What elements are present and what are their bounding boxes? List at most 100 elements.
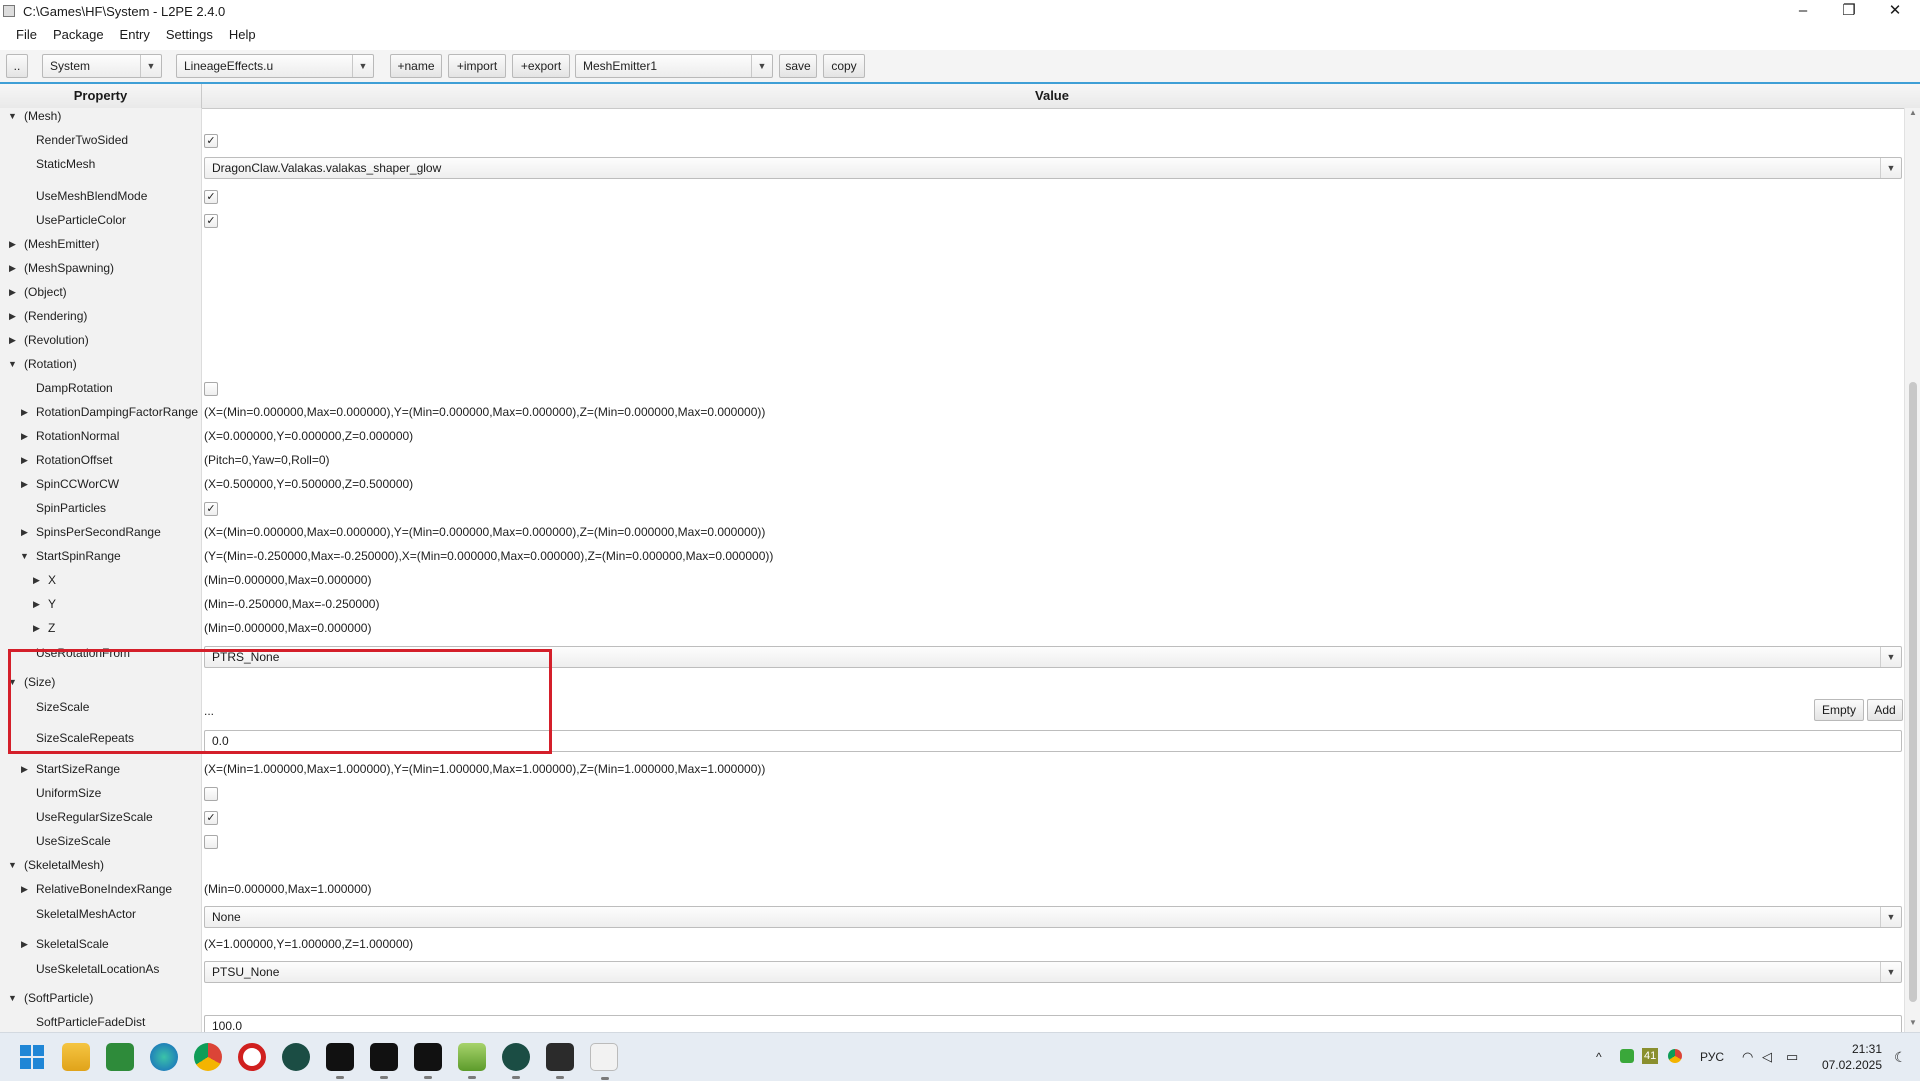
chrome-icon[interactable] bbox=[194, 1043, 222, 1071]
collapsed-triangle-icon[interactable]: ▶ bbox=[21, 939, 28, 950]
maximize-button[interactable]: ❐ bbox=[1826, 0, 1872, 24]
expanded-triangle-icon[interactable]: ▼ bbox=[8, 111, 17, 121]
entry-select[interactable]: MeshEmitter1 ▼ bbox=[575, 54, 773, 78]
group-size[interactable]: (Size) bbox=[24, 675, 55, 689]
terminal-dark-1-icon[interactable] bbox=[326, 1043, 354, 1079]
group-mesh-emitter[interactable]: (MeshEmitter) bbox=[24, 237, 99, 251]
opera-icon[interactable] bbox=[238, 1043, 266, 1071]
static-mesh-select[interactable]: DragonClaw.Valakas.valakas_shaper_glow ▼ bbox=[204, 157, 1902, 179]
collapsed-triangle-icon[interactable]: ▶ bbox=[33, 599, 40, 610]
size-scale-repeats-input[interactable]: 0.0 bbox=[204, 730, 1902, 752]
expanded-triangle-icon[interactable]: ▼ bbox=[8, 677, 17, 687]
size-scale-add-button[interactable]: Add bbox=[1867, 699, 1903, 721]
vertical-scrollbar[interactable]: ▲ ▼ bbox=[1904, 108, 1920, 1032]
file-explorer-icon[interactable] bbox=[62, 1043, 90, 1071]
checkbox-use-particle-color[interactable]: ✓ bbox=[204, 214, 218, 228]
minimize-button[interactable]: – bbox=[1780, 0, 1826, 24]
add-export-button[interactable]: +export bbox=[512, 54, 570, 78]
expanded-triangle-icon[interactable]: ▼ bbox=[8, 860, 17, 870]
windows-start-icon[interactable] bbox=[18, 1043, 46, 1071]
group-revolution[interactable]: (Revolution) bbox=[24, 333, 89, 347]
notifications-icon[interactable]: ☾ bbox=[1894, 1033, 1907, 1081]
collapsed-triangle-icon[interactable]: ▶ bbox=[9, 263, 16, 274]
skeletal-mesh-actor-select[interactable]: None ▼ bbox=[204, 906, 1902, 928]
expanded-triangle-icon[interactable]: ▼ bbox=[8, 993, 17, 1003]
collapsed-triangle-icon[interactable]: ▶ bbox=[33, 623, 40, 634]
collapsed-triangle-icon[interactable]: ▶ bbox=[21, 764, 28, 775]
column-header-value[interactable]: Value bbox=[202, 84, 1902, 108]
chevron-up-icon[interactable]: ^ bbox=[1596, 1033, 1602, 1081]
menu-package[interactable]: Package bbox=[45, 25, 112, 42]
collapsed-triangle-icon[interactable]: ▶ bbox=[21, 479, 28, 490]
add-import-button[interactable]: +import bbox=[448, 54, 506, 78]
edge-icon[interactable] bbox=[150, 1043, 178, 1071]
checkbox-use-mesh-blend-mode[interactable]: ✓ bbox=[204, 190, 218, 204]
column-header-property[interactable]: Property bbox=[0, 84, 202, 108]
menu-help[interactable]: Help bbox=[221, 25, 264, 42]
menu-entry[interactable]: Entry bbox=[112, 25, 158, 42]
prop-spins-per-second-range: SpinsPerSecondRange bbox=[36, 525, 161, 539]
checkbox-render-two-sided[interactable]: ✓ bbox=[204, 134, 218, 148]
prop-use-mesh-blend-mode: UseMeshBlendMode bbox=[36, 189, 148, 203]
collapsed-triangle-icon[interactable]: ▶ bbox=[21, 431, 28, 442]
menu-file[interactable]: File bbox=[0, 25, 45, 42]
collapsed-triangle-icon[interactable]: ▶ bbox=[33, 575, 40, 586]
terminal-dark-3-icon[interactable] bbox=[414, 1043, 442, 1079]
browse-button[interactable]: .. bbox=[6, 54, 28, 78]
checkbox-uniform-size[interactable] bbox=[204, 787, 218, 801]
collapsed-triangle-icon[interactable]: ▶ bbox=[21, 407, 28, 418]
folder-select[interactable]: System ▼ bbox=[42, 54, 162, 78]
use-skeletal-location-as-select[interactable]: PTSU_None ▼ bbox=[204, 961, 1902, 983]
checkbox-use-size-scale[interactable] bbox=[204, 835, 218, 849]
group-skeletal-mesh[interactable]: (SkeletalMesh) bbox=[24, 858, 104, 872]
unreal-u-icon[interactable] bbox=[282, 1043, 310, 1071]
group-rotation[interactable]: (Rotation) bbox=[24, 357, 77, 371]
collapsed-triangle-icon[interactable]: ▶ bbox=[9, 239, 16, 250]
collapsed-triangle-icon[interactable]: ▶ bbox=[9, 311, 16, 322]
unreal-u-2-icon[interactable] bbox=[502, 1043, 530, 1079]
soft-particle-fade-dist-input[interactable]: 100.0 bbox=[204, 1015, 1902, 1032]
green-app-icon[interactable] bbox=[106, 1043, 134, 1071]
scrollbar-thumb[interactable] bbox=[1909, 382, 1917, 1002]
battery-icon[interactable]: ▭ bbox=[1786, 1033, 1798, 1081]
group-mesh[interactable]: (Mesh) bbox=[24, 109, 61, 123]
tray-badge[interactable]: 41 bbox=[1642, 1048, 1659, 1064]
l2pe-app-icon[interactable] bbox=[590, 1043, 618, 1080]
value-size-scale: ... bbox=[204, 704, 215, 718]
scroll-down-icon[interactable]: ▼ bbox=[1905, 1018, 1920, 1032]
size-scale-empty-button[interactable]: Empty bbox=[1814, 699, 1864, 721]
menu-settings[interactable]: Settings bbox=[158, 25, 221, 42]
checkbox-damp-rotation[interactable] bbox=[204, 382, 218, 396]
collapsed-triangle-icon[interactable]: ▶ bbox=[21, 884, 28, 895]
checkbox-use-regular-size-scale[interactable]: ✓ bbox=[204, 811, 218, 825]
wifi-icon[interactable]: ◠ bbox=[1742, 1033, 1753, 1081]
expanded-triangle-icon[interactable]: ▼ bbox=[8, 359, 17, 369]
console-icon[interactable] bbox=[546, 1043, 574, 1079]
volume-icon[interactable]: ◁ bbox=[1762, 1033, 1772, 1081]
expanded-triangle-icon[interactable]: ▼ bbox=[20, 551, 29, 561]
group-rendering[interactable]: (Rendering) bbox=[24, 309, 87, 323]
prop-spin-particles: SpinParticles bbox=[36, 501, 107, 515]
notepad-icon[interactable] bbox=[458, 1043, 486, 1079]
clock[interactable]: 21:31 07.02.2025 bbox=[1816, 1041, 1882, 1073]
prop-relative-bone-index-range: RelativeBoneIndexRange bbox=[36, 882, 173, 896]
group-object[interactable]: (Object) bbox=[24, 285, 67, 299]
collapsed-triangle-icon[interactable]: ▶ bbox=[21, 527, 28, 538]
group-soft-particle[interactable]: (SoftParticle) bbox=[24, 991, 93, 1005]
chrome-tray-icon[interactable] bbox=[1668, 1049, 1682, 1063]
copy-button[interactable]: copy bbox=[823, 54, 865, 78]
collapsed-triangle-icon[interactable]: ▶ bbox=[21, 455, 28, 466]
use-rotation-from-select[interactable]: PTRS_None ▼ bbox=[204, 646, 1902, 668]
collapsed-triangle-icon[interactable]: ▶ bbox=[9, 287, 16, 298]
add-name-button[interactable]: +name bbox=[390, 54, 442, 78]
shield-icon[interactable] bbox=[1620, 1049, 1634, 1063]
checkbox-spin-particles[interactable]: ✓ bbox=[204, 502, 218, 516]
close-button[interactable]: ✕ bbox=[1872, 0, 1918, 24]
save-button[interactable]: save bbox=[779, 54, 817, 78]
language-indicator[interactable]: РУС bbox=[1700, 1033, 1724, 1081]
group-mesh-spawning[interactable]: (MeshSpawning) bbox=[24, 261, 114, 275]
scroll-up-icon[interactable]: ▲ bbox=[1905, 108, 1920, 122]
package-select[interactable]: LineageEffects.u ▼ bbox=[176, 54, 374, 78]
collapsed-triangle-icon[interactable]: ▶ bbox=[9, 335, 16, 346]
terminal-dark-2-icon[interactable] bbox=[370, 1043, 398, 1079]
